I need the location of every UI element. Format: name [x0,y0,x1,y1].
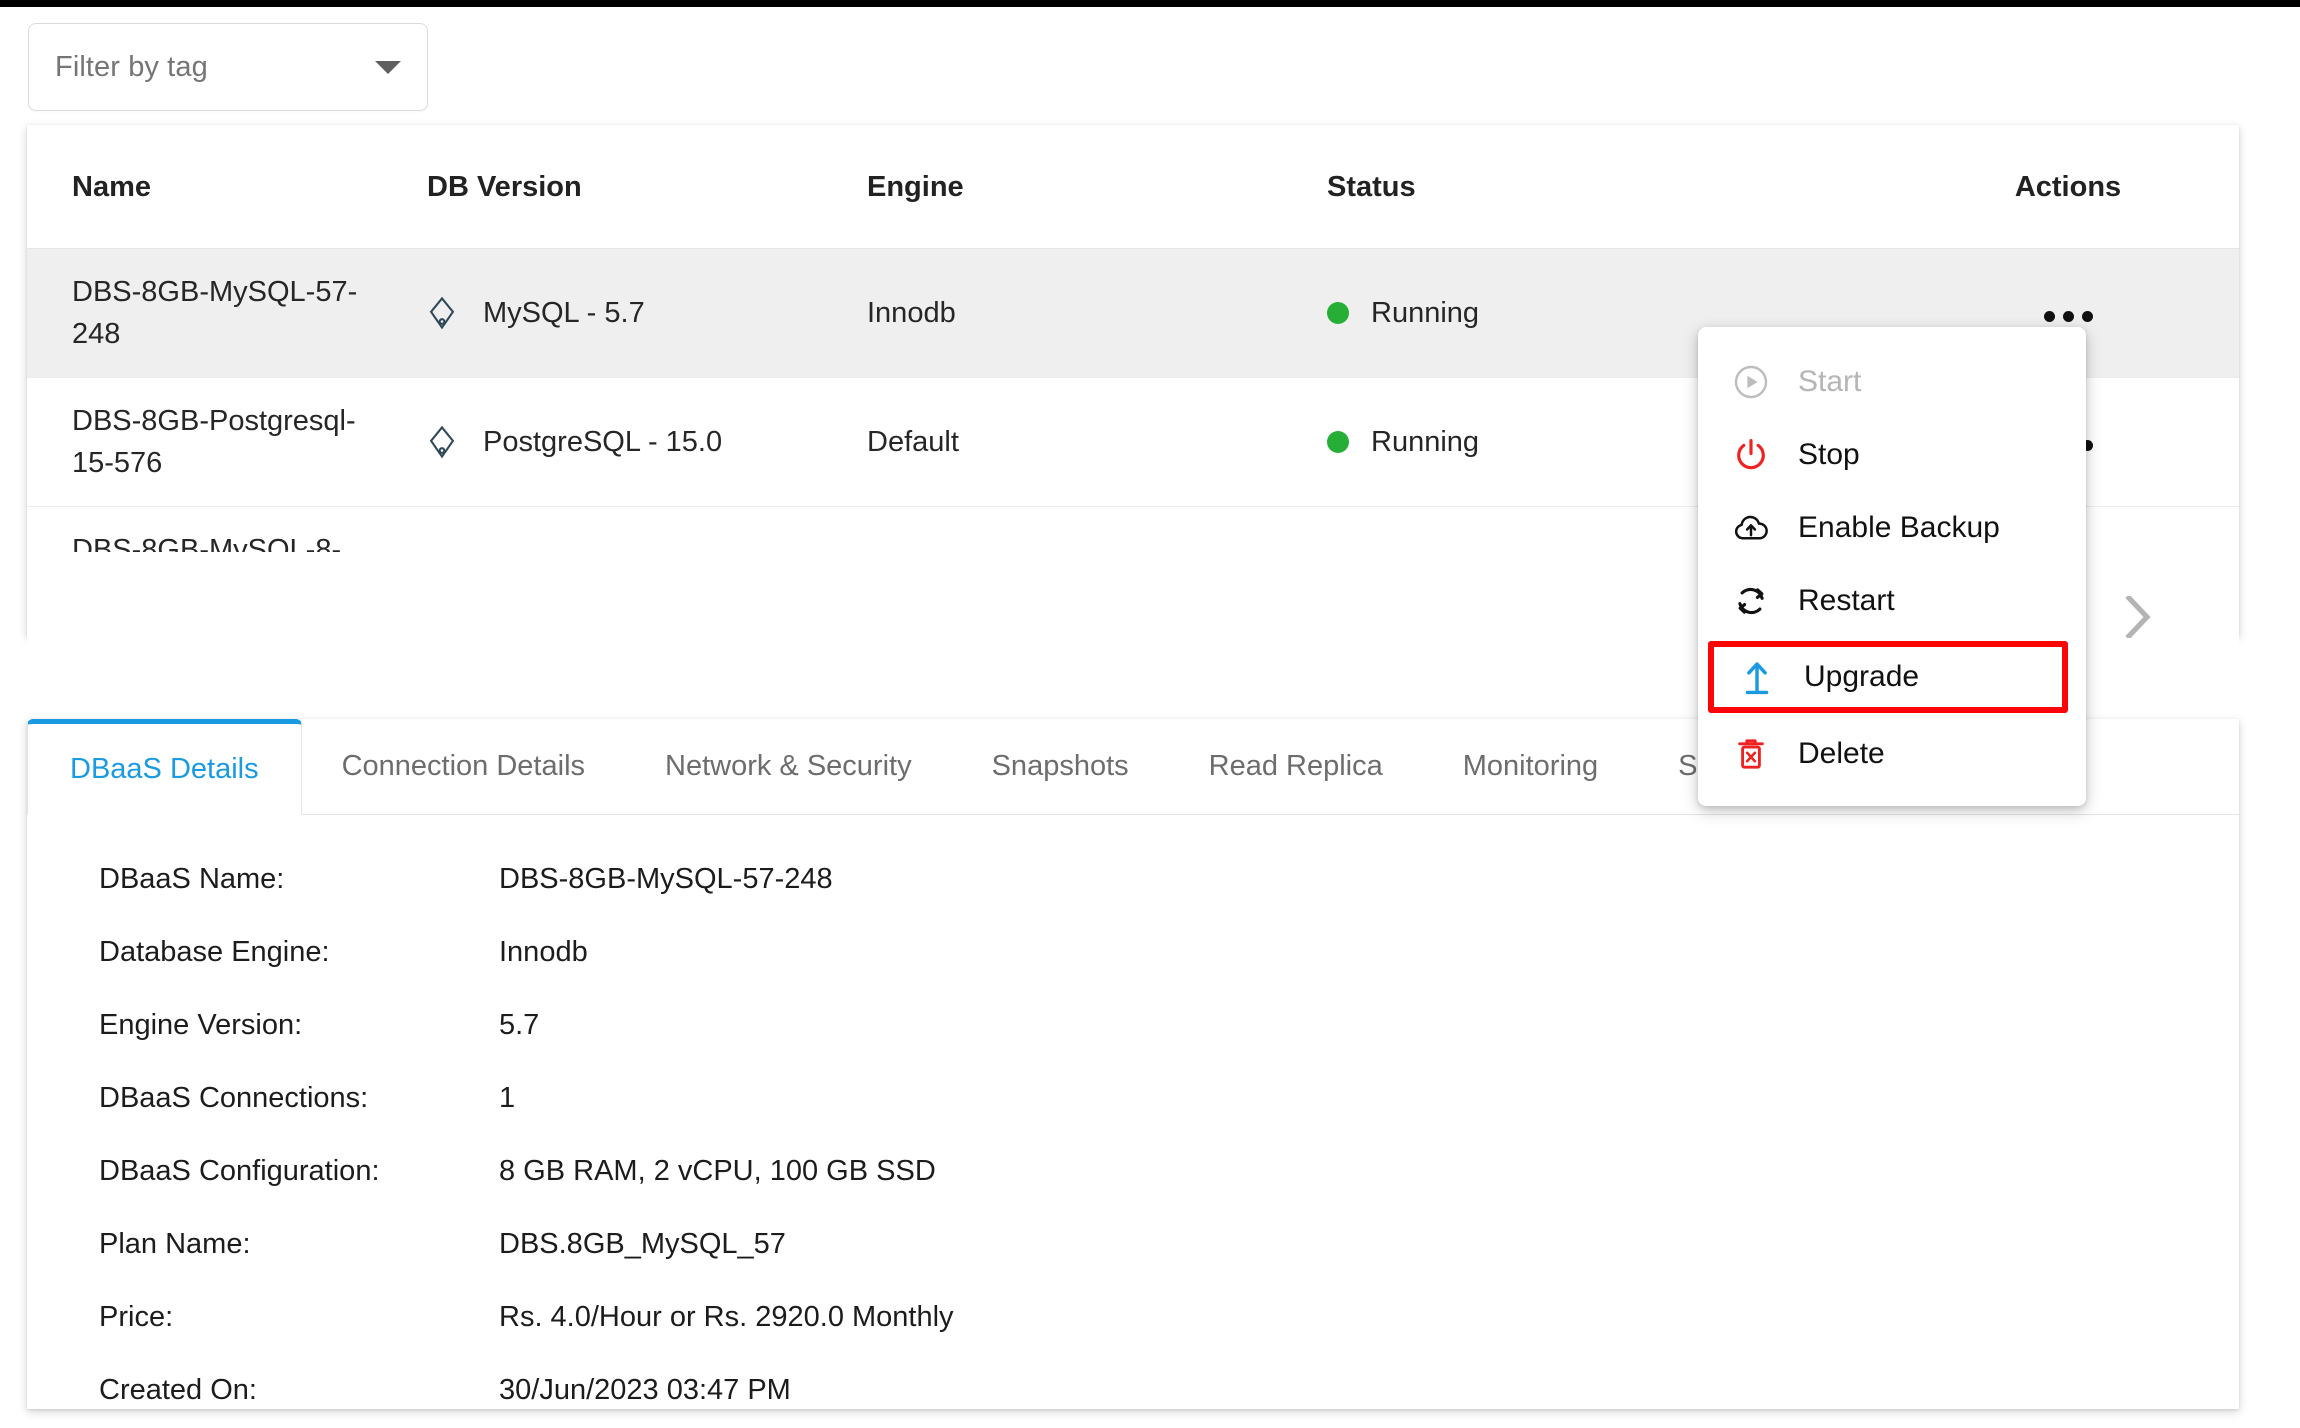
detail-row-created-on: Created On: 30/Jun/2023 03:47 PM [27,1374,2239,1428]
menu-item-upgrade[interactable]: Upgrade [1708,641,2068,713]
details-card: DBaaS Details Connection Details Network… [27,719,2239,1409]
dbaas-page: Filter by tag Name DB Version Engine Sta… [0,0,2300,1428]
tab-dbaas-details[interactable]: DBaaS Details [27,719,302,815]
dbaas-details-panel: DBaaS Name: DBS-8GB-MySQL-57-248 Databas… [27,815,2239,1428]
status-label: Running [1371,296,1480,329]
kebab-menu-icon[interactable] [2043,310,2093,322]
cell-db-version: PostgreSQL - 15.0 [427,377,867,508]
detail-value: Innodb [499,936,588,968]
chevron-down-icon [375,60,401,74]
tag-icon [427,296,457,330]
status-indicator-dot [1327,302,1349,325]
detail-value: 1 [499,1082,516,1114]
cell-db-version: MySQL - 5.7 [427,248,867,379]
cell-db-version-text: PostgreSQL - 15.0 [483,425,723,458]
filter-by-tag-container: Filter by tag [28,23,428,111]
detail-label: Price: [99,1301,174,1333]
detail-row-dbaas-name: DBaaS Name: DBS-8GB-MySQL-57-248 [27,863,2239,936]
cell-db-version-text: MySQL - 5.7 [483,296,645,329]
cloud-upload-icon [1732,509,1770,547]
detail-row-database-engine: Database Engine: Innodb [27,936,2239,1009]
detail-row-dbaas-configuration: DBaaS Configuration: 8 GB RAM, 2 vCPU, 1… [27,1155,2239,1228]
detail-row-dbaas-connections: DBaaS Connections: 1 [27,1082,2239,1155]
column-header-name[interactable]: Name [27,125,427,249]
detail-label: DBaaS Connections: [99,1082,369,1114]
play-circle-icon [1732,363,1770,401]
cell-name: DBS-8GB-MySQL-57-248 [27,248,427,379]
menu-item-label: Enable Backup [1798,510,2000,544]
menu-item-label: Upgrade [1804,660,1920,693]
menu-item-delete[interactable]: Delete [1698,717,2086,790]
detail-row-price: Price: Rs. 4.0/Hour or Rs. 2920.0 Monthl… [27,1301,2239,1374]
column-header-status[interactable]: Status [1327,125,1897,249]
filter-by-tag-select[interactable]: Filter by tag [28,23,428,111]
detail-row-engine-version: Engine Version: 5.7 [27,1009,2239,1082]
actions-dropdown-menu: Start Stop Enable Backup Restart Upgrade [1698,327,2086,806]
chevron-right-icon[interactable] [2107,586,2169,648]
detail-label: Database Engine: [99,936,330,968]
menu-item-label: Delete [1798,736,1885,770]
menu-item-label: Restart [1798,583,1895,617]
menu-item-stop[interactable]: Stop [1698,418,2086,491]
tab-snapshots[interactable]: Snapshots [952,719,1169,814]
detail-value: 30/Jun/2023 03:47 PM [499,1374,791,1406]
detail-label: DBaaS Name: [99,863,285,895]
detail-value: Rs. 4.0/Hour or Rs. 2920.0 Monthly [499,1301,954,1333]
menu-item-enable-backup[interactable]: Enable Backup [1698,491,2086,564]
filter-by-tag-placeholder: Filter by tag [55,50,208,83]
trash-delete-icon [1732,735,1770,773]
detail-value: DBS-8GB-MySQL-57-248 [499,863,833,895]
detail-value: DBS.8GB_MySQL_57 [499,1228,786,1260]
detail-label: DBaaS Configuration: [99,1155,380,1187]
menu-item-restart[interactable]: Restart [1698,564,2086,637]
table-header-row: Name DB Version Engine Status Actions [27,125,2239,249]
detail-label: Created On: [99,1374,257,1406]
table-header: Name DB Version Engine Status Actions [27,125,2239,249]
status-indicator-dot [1327,431,1349,454]
refresh-icon [1732,582,1770,620]
menu-item-label: Start [1798,364,1862,398]
tab-monitoring[interactable]: Monitoring [1423,719,1638,814]
detail-label: Engine Version: [99,1009,303,1041]
cell-name: DBS-8GB-Postgresql-15-576 [27,377,427,508]
column-header-db-version[interactable]: DB Version [427,125,867,249]
cell-engine: Innodb [867,248,1327,379]
menu-item-start[interactable]: Start [1698,345,2086,418]
column-header-actions: Actions [1897,125,2239,249]
detail-value: 8 GB RAM, 2 vCPU, 100 GB SSD [499,1155,936,1187]
column-header-engine[interactable]: Engine [867,125,1327,249]
detail-value: 5.7 [499,1009,540,1041]
tab-network-security[interactable]: Network & Security [625,719,952,814]
cell-engine: Default [867,377,1327,508]
tab-connection-details[interactable]: Connection Details [302,719,625,814]
menu-item-label: Stop [1798,437,1860,471]
power-icon [1732,436,1770,474]
detail-label: Plan Name: [99,1228,251,1260]
detail-row-plan-name: Plan Name: DBS.8GB_MySQL_57 [27,1228,2239,1301]
tag-icon [427,425,457,459]
status-label: Running [1371,425,1480,458]
tab-read-replica[interactable]: Read Replica [1169,719,1423,814]
arrow-up-icon [1738,658,1776,696]
